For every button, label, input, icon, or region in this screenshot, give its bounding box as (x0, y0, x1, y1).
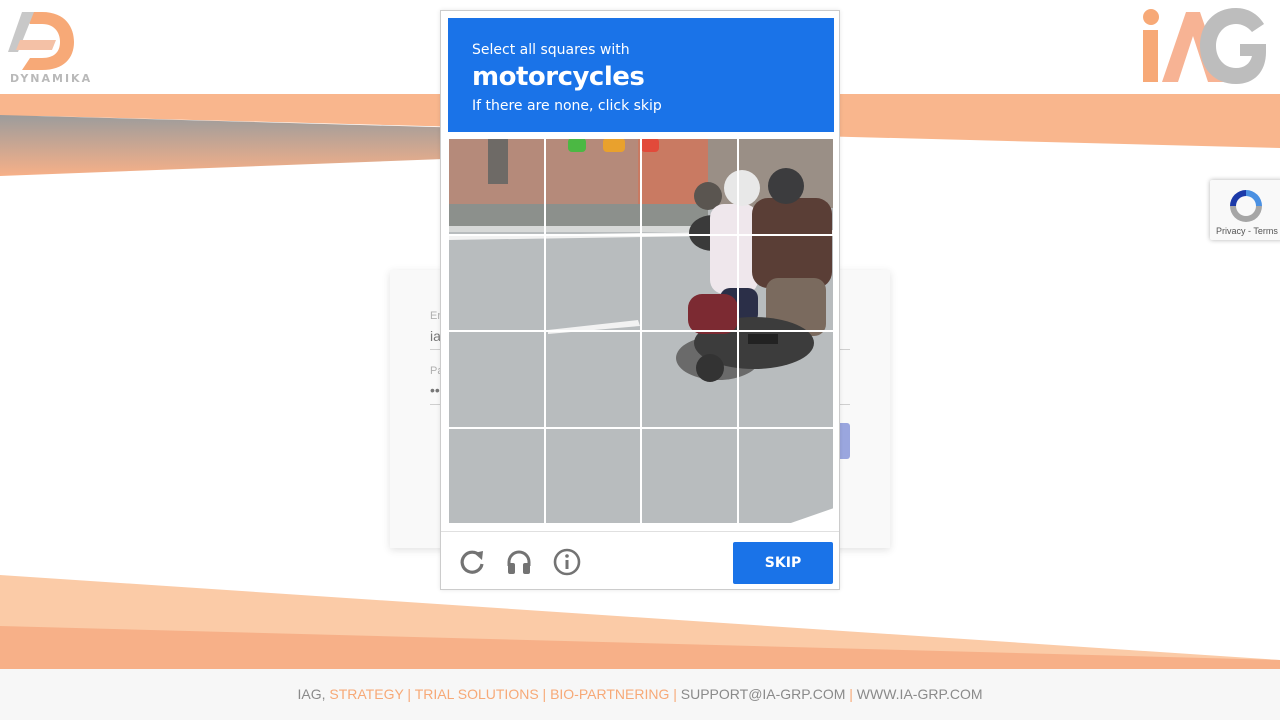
captcha-tile[interactable] (544, 427, 641, 524)
reload-icon[interactable] (458, 548, 486, 576)
captcha-tile[interactable] (544, 331, 641, 428)
password-field[interactable]: •• (430, 382, 440, 398)
captcha-tile[interactable] (544, 138, 641, 235)
footer-website-link[interactable]: WWW.IA-GRP.COM (857, 686, 983, 702)
captcha-tile[interactable] (448, 138, 545, 235)
captcha-footer: SKIP (441, 531, 839, 589)
captcha-tiles (448, 138, 834, 524)
captcha-tile[interactable] (737, 138, 834, 235)
skip-button[interactable]: SKIP (733, 542, 833, 584)
captcha-tile[interactable] (641, 138, 738, 235)
captcha-tile[interactable] (641, 331, 738, 428)
captcha-tile[interactable] (737, 234, 834, 331)
captcha-tile[interactable] (641, 427, 738, 524)
captcha-tile[interactable] (737, 427, 834, 524)
captcha-instruction: Select all squares with (472, 42, 630, 58)
captcha-tile[interactable] (737, 331, 834, 428)
footer-company: IAG, (297, 686, 326, 702)
captcha-image-grid (448, 138, 834, 524)
footer-services: STRATEGY | TRIAL SOLUTIONS | BIO-PARTNER… (329, 686, 677, 702)
recaptcha-privacy-terms[interactable]: Privacy - Terms (1216, 226, 1278, 236)
captcha-hint: If there are none, click skip (472, 98, 662, 114)
captcha-tile[interactable] (448, 234, 545, 331)
captcha-tile[interactable] (641, 234, 738, 331)
recaptcha-logo-icon (1230, 190, 1262, 222)
captcha-tile[interactable] (448, 331, 545, 428)
footer-email-link[interactable]: SUPPORT@IA-GRP.COM (681, 686, 846, 702)
dynamika-logo-text: DYNAMIKA (10, 72, 93, 85)
footer: IAG, STRATEGY | TRIAL SOLUTIONS | BIO-PA… (0, 669, 1280, 720)
iag-logo (1143, 8, 1266, 84)
captcha-tile[interactable] (544, 234, 641, 331)
captcha-challenge: Select all squares with motorcycles If t… (440, 10, 840, 590)
recaptcha-badge[interactable]: Privacy - Terms (1210, 180, 1280, 240)
captcha-target: motorcycles (472, 62, 645, 92)
info-icon[interactable] (553, 548, 581, 576)
captcha-header: Select all squares with motorcycles If t… (448, 18, 834, 132)
footer-separator: | (849, 686, 853, 702)
audio-icon[interactable] (505, 548, 533, 576)
captcha-tile[interactable] (448, 427, 545, 524)
page: DYNAMIKA Er ia Pa •• Privacy - Terms Sel… (0, 0, 1280, 720)
